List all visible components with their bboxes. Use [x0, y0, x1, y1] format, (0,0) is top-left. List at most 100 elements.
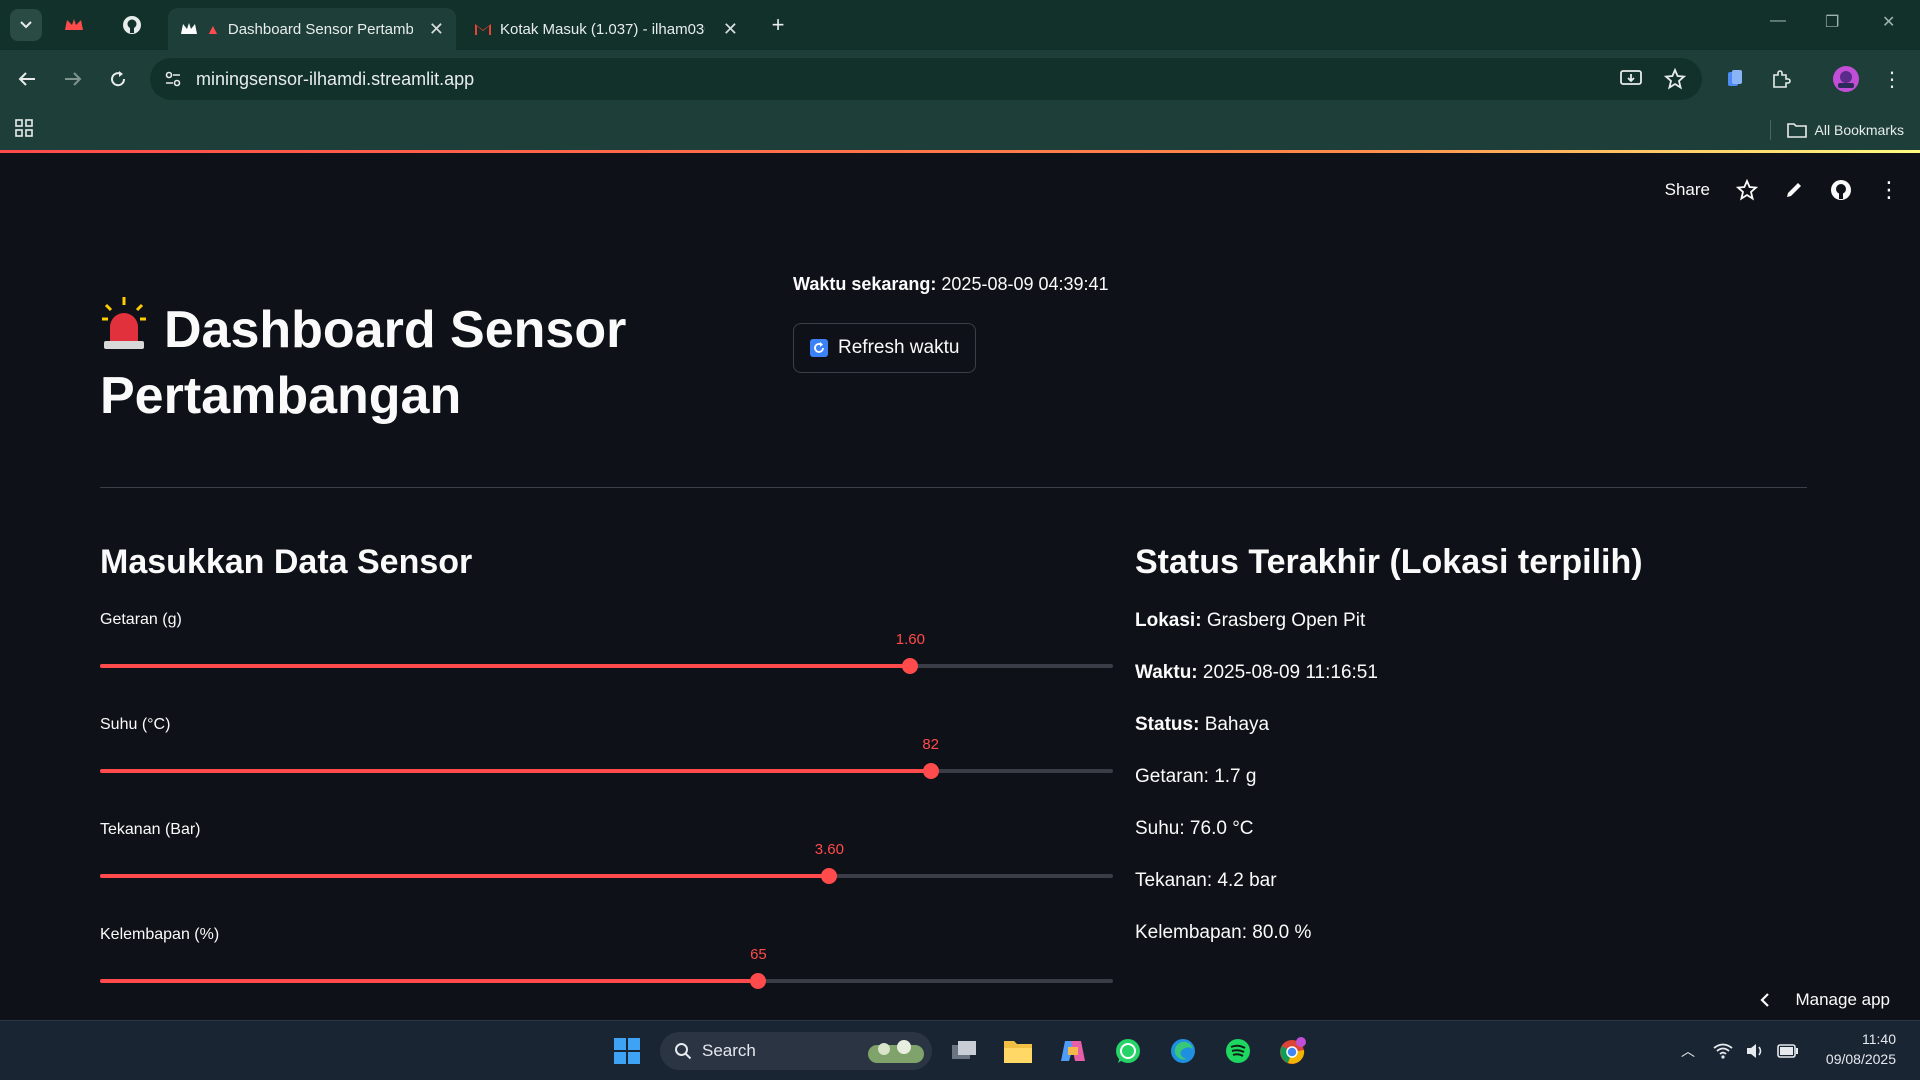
edge-icon	[1171, 1039, 1195, 1063]
task-view-button[interactable]	[946, 1033, 982, 1069]
lokasi-label: Lokasi:	[1135, 610, 1202, 631]
status-kelembapan: Kelembapan: 80.0 %	[1135, 922, 1312, 943]
folder-icon	[1786, 123, 1807, 138]
share-button[interactable]: Share	[1665, 180, 1710, 200]
whatsapp-button[interactable]	[1110, 1033, 1146, 1069]
extensions-button[interactable]	[1766, 64, 1796, 94]
reload-icon	[111, 71, 126, 87]
siren-icon	[102, 297, 146, 349]
browser-menu-button[interactable]: ⋮	[1877, 64, 1907, 94]
app-menu-icon[interactable]: ⋮	[1878, 177, 1900, 203]
status-suhu: Suhu: 76.0 °C	[1135, 818, 1254, 839]
slider-label-suhu: Suhu (°C)	[100, 716, 171, 733]
status-section-heading: Status Terakhir (Lokasi terpilih)	[1135, 543, 1643, 581]
bookmarks-bar: All Bookmarks	[0, 108, 1920, 152]
search-placeholder: Search	[702, 1041, 756, 1060]
tray-status-group[interactable]	[1706, 1033, 1806, 1069]
battery-icon	[1777, 1044, 1799, 1058]
section-divider	[100, 487, 1807, 488]
manage-app-button[interactable]: Manage app	[1759, 990, 1890, 1010]
profile-avatar[interactable]	[1831, 64, 1861, 94]
lokasi-value: Grasberg Open Pit	[1206, 610, 1366, 631]
slider-thumb[interactable]	[750, 973, 767, 989]
edit-pencil-icon[interactable]	[1784, 180, 1804, 200]
refresh-time-button[interactable]: Refresh waktu	[793, 323, 977, 373]
slider-fill	[100, 769, 931, 773]
wifi-icon	[1713, 1043, 1733, 1059]
tab-gmail[interactable]: Kotak Masuk (1.037) - ilham030 ✕	[462, 8, 750, 50]
arrow-left-icon	[18, 72, 35, 86]
minimize-icon[interactable]: —	[1770, 12, 1786, 30]
install-app-icon[interactable]	[1620, 69, 1642, 89]
chrome-button[interactable]	[1275, 1033, 1311, 1069]
gmail-icon	[475, 24, 491, 35]
slider-getaran[interactable]: 1.60	[100, 631, 1113, 674]
slider-tekanan[interactable]: 3.60	[100, 841, 1113, 884]
page-title: Dashboard Sensor Pertambangan	[100, 295, 700, 429]
slider-label-tekanan: Tekanan (Bar)	[100, 821, 201, 838]
back-button[interactable]	[12, 64, 42, 94]
extension-button-docs[interactable]	[1720, 64, 1750, 94]
tab-search-button[interactable]	[10, 9, 42, 41]
app-toolbar: Share ⋮	[1665, 177, 1900, 203]
favorite-star-icon[interactable]	[1736, 179, 1758, 201]
bookmark-star-icon[interactable]	[1664, 68, 1686, 90]
refresh-time-label: Refresh waktu	[838, 337, 960, 358]
system-clock[interactable]: 11:40 09/08/2025	[1826, 1029, 1896, 1069]
slider-suhu[interactable]: 82	[100, 736, 1113, 779]
slider-thumb[interactable]	[821, 868, 838, 884]
current-time: Waktu sekarang: 2025-08-09 04:39:41	[793, 274, 1109, 295]
github-icon[interactable]	[1830, 179, 1852, 201]
spotify-icon	[1226, 1039, 1250, 1063]
close-icon[interactable]: ✕	[429, 19, 444, 40]
arrow-right-icon	[65, 72, 82, 86]
plus-icon: +	[771, 12, 785, 37]
status-getaran: Getaran: 1.7 g	[1135, 766, 1257, 787]
site-info-icon[interactable]	[164, 70, 182, 88]
file-explorer-button[interactable]	[1000, 1033, 1036, 1069]
github-icon	[123, 16, 141, 34]
current-time-value: 2025-08-09 04:39:41	[941, 274, 1109, 294]
folder-icon	[1004, 1041, 1032, 1063]
slider-value: 1.60	[895, 631, 925, 648]
windows-taskbar: Search ︿ 11:40 09/08/2025	[0, 1020, 1920, 1080]
page-title-text: Dashboard Sensor Pertambangan	[100, 301, 627, 425]
slider-fill	[100, 979, 759, 983]
close-icon[interactable]: ✕	[723, 19, 738, 40]
copilot-button[interactable]	[1055, 1033, 1091, 1069]
new-tab-button[interactable]: +	[762, 9, 794, 41]
pinned-tab-streamlit[interactable]	[58, 9, 90, 41]
apps-grid-icon[interactable]	[14, 118, 34, 138]
tray-overflow-button[interactable]: ︿	[1670, 1033, 1706, 1069]
restore-icon[interactable]: ❐	[1825, 12, 1839, 32]
slider-kelembapan[interactable]: 65	[100, 946, 1113, 989]
spotify-button[interactable]	[1220, 1033, 1256, 1069]
close-window-icon[interactable]: ✕	[1882, 12, 1895, 32]
status-label: Status:	[1135, 714, 1200, 735]
status-waktu: Waktu: 2025-08-09 11:16:51	[1135, 662, 1378, 684]
start-button[interactable]	[609, 1033, 645, 1069]
slider-thumb[interactable]	[902, 658, 919, 674]
all-bookmarks-button[interactable]: All Bookmarks	[1769, 120, 1904, 140]
slider-label-kelembapan: Kelembapan (%)	[100, 926, 220, 943]
search-icon	[675, 1043, 692, 1060]
edge-button[interactable]	[1165, 1033, 1201, 1069]
slider-value: 65	[750, 946, 767, 963]
forward-button[interactable]	[58, 64, 88, 94]
slider-thumb[interactable]	[922, 763, 939, 779]
reload-button[interactable]	[103, 64, 133, 94]
refresh-icon	[810, 339, 828, 357]
document-extension-icon	[1728, 70, 1742, 86]
omnibox[interactable]: miningsensor-ilhamdi.streamlit.app	[150, 58, 1702, 100]
crown-icon	[65, 19, 83, 30]
status-status: Status: Bahaya	[1135, 714, 1269, 736]
clock-date: 09/08/2025	[1825, 1051, 1896, 1067]
waktu-label: Waktu:	[1135, 662, 1198, 683]
tab-dashboard[interactable]: ▲ Dashboard Sensor Pertamba ✕	[168, 8, 456, 50]
slider-fill	[100, 874, 830, 878]
pinned-tab-github[interactable]	[116, 9, 148, 41]
whatsapp-icon	[1116, 1039, 1140, 1063]
slider-value: 3.60	[814, 841, 844, 858]
bookmark-divider	[1769, 120, 1771, 140]
taskbar-search[interactable]: Search	[660, 1032, 932, 1070]
